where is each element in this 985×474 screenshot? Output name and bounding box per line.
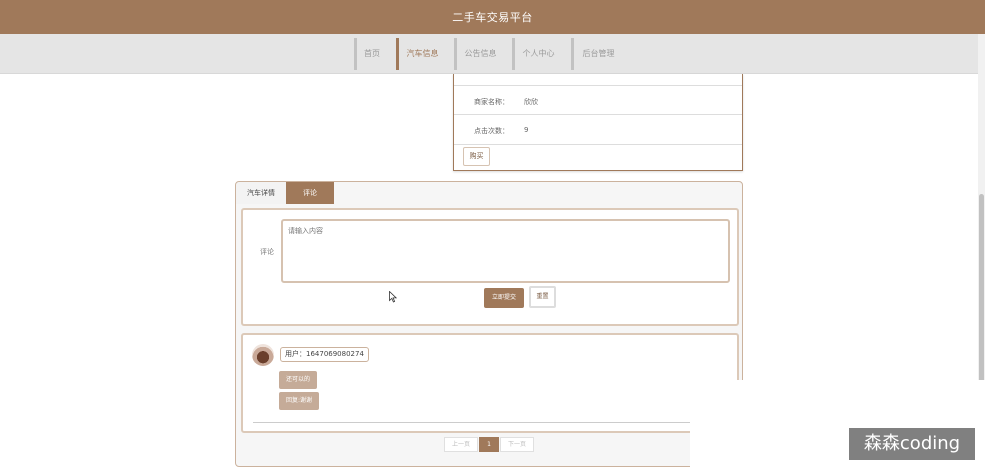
car-detail-card: 商家名称： 欣欣 点击次数： 9 购买 bbox=[453, 74, 743, 171]
clicks-row: 点击次数： 9 bbox=[454, 114, 742, 144]
tab-car-details[interactable]: 汽车详情 bbox=[236, 182, 286, 204]
nav-announcements[interactable]: 公告信息 bbox=[454, 38, 504, 70]
comment-textarea[interactable] bbox=[281, 219, 730, 283]
reset-button[interactable]: 重置 bbox=[529, 286, 556, 308]
comment-list: 用户：1647069080274 还可以的 回复:谢谢 bbox=[241, 333, 739, 433]
merchant-label: 商家名称： bbox=[474, 98, 509, 106]
comment-form: 评论 立即提交 重置 bbox=[241, 208, 739, 326]
nav-admin[interactable]: 后台管理 bbox=[571, 38, 623, 70]
tabs-panel: 汽车详情 评论 评论 立即提交 重置 用户：1647069080274 还可以的… bbox=[235, 181, 743, 467]
prev-page-button[interactable]: 上一页 bbox=[444, 437, 478, 452]
tab-comments[interactable]: 评论 bbox=[286, 182, 334, 204]
mouse-cursor-icon bbox=[389, 291, 397, 303]
merchant-value: 欣欣 bbox=[524, 98, 538, 106]
comment-user: 用户：1647069080274 bbox=[280, 347, 369, 362]
comment-divider bbox=[253, 422, 729, 423]
nav-personal-center[interactable]: 个人中心 bbox=[512, 38, 562, 70]
clicks-label: 点击次数： bbox=[474, 127, 509, 135]
next-page-button[interactable]: 下一页 bbox=[500, 437, 534, 452]
row-divider bbox=[454, 144, 742, 145]
clicks-value: 9 bbox=[524, 126, 529, 134]
nav-car-info[interactable]: 汽车信息 bbox=[396, 38, 446, 70]
comment-content: 还可以的 bbox=[279, 371, 317, 389]
top-header: 二手车交易平台 bbox=[0, 0, 985, 34]
current-page[interactable]: 1 bbox=[479, 437, 499, 452]
buy-button[interactable]: 购买 bbox=[463, 147, 490, 166]
site-title: 二手车交易平台 bbox=[452, 11, 533, 24]
merchant-row: 商家名称： 欣欣 bbox=[454, 85, 742, 115]
main-nav: 首页 汽车信息 公告信息 个人中心 后台管理 bbox=[0, 34, 978, 74]
user-avatar bbox=[252, 344, 274, 366]
submit-button[interactable]: 立即提交 bbox=[484, 288, 524, 308]
nav-home[interactable]: 首页 bbox=[354, 38, 387, 70]
watermark: 森森coding bbox=[849, 428, 975, 460]
comment-reply: 回复:谢谢 bbox=[279, 392, 319, 410]
comment-label: 评论 bbox=[260, 248, 274, 256]
